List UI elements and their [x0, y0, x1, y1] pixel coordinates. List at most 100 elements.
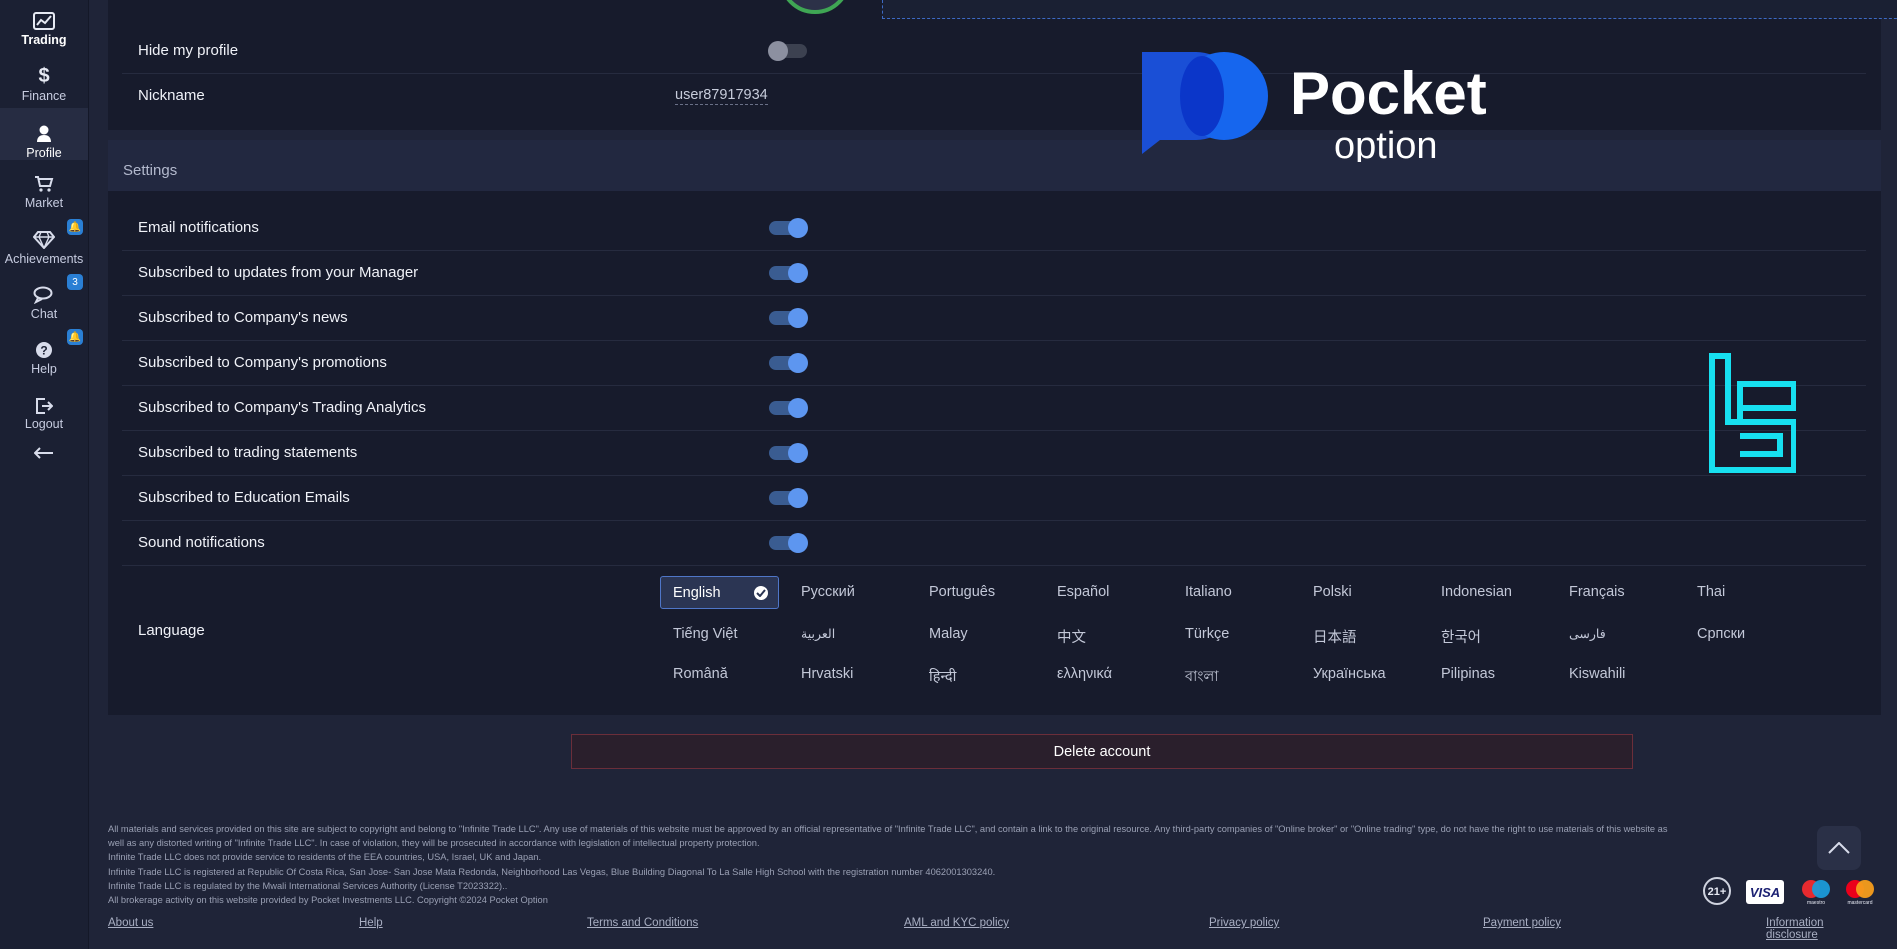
avatar	[786, 0, 844, 14]
language-option[interactable]: Español	[1057, 584, 1109, 600]
language-option[interactable]: Kiswahili	[1569, 666, 1625, 682]
footer-links: About us Help Terms and Conditions AML a…	[108, 917, 1878, 941]
sidebar-item-trading[interactable]: Trading	[0, 0, 88, 47]
maestro-label: maestro	[1807, 900, 1825, 905]
language-option[interactable]: العربية	[801, 626, 835, 641]
language-option[interactable]: Thai	[1697, 584, 1725, 600]
footer-link-about[interactable]: About us	[108, 917, 153, 929]
profile-panel: Hide my profile Nickname user87917934	[108, 0, 1897, 130]
logo-word-pocket: Pocket	[1290, 60, 1487, 127]
language-option[interactable]: Türkçe	[1185, 626, 1229, 642]
language-option[interactable]: हिन्दी	[929, 666, 956, 686]
arrow-left-icon	[34, 447, 53, 459]
language-label: Language	[138, 622, 205, 639]
nickname-value[interactable]: user87917934	[675, 87, 768, 105]
notification-bell-icon: 🔔	[67, 329, 83, 345]
sidebar-item-achievements[interactable]: Achievements 🔔	[0, 212, 88, 266]
language-option[interactable]: 한국어	[1441, 626, 1481, 647]
language-option-label: English	[673, 584, 721, 601]
setting-label: Subscribed to updates from your Manager	[138, 264, 419, 281]
help-icon: ?	[36, 342, 52, 358]
language-option[interactable]: 日本語	[1313, 626, 1357, 647]
maestro-icon: maestro	[1802, 880, 1830, 905]
email-notifications-toggle[interactable]	[769, 217, 808, 238]
cart-icon	[35, 176, 54, 192]
chat-icon	[33, 286, 53, 304]
scroll-to-top-button[interactable]	[1817, 826, 1861, 870]
language-option[interactable]: Hrvatski	[801, 666, 853, 682]
manager-updates-toggle[interactable]	[769, 262, 808, 283]
language-grid: English Русский Português Español Italia…	[660, 576, 1760, 696]
footer-link-help[interactable]: Help	[359, 917, 383, 929]
disclaimer-line: Infinite Trade LLC is regulated by the M…	[108, 880, 508, 891]
nickname-row: Nickname user87917934	[122, 73, 1866, 118]
language-option[interactable]: فارسی	[1569, 626, 1606, 641]
chat-count-badge: 3	[67, 274, 83, 290]
footer-link-disclosure[interactable]: Information disclosure	[1766, 917, 1878, 941]
sidebar-item-logout[interactable]: Logout	[0, 377, 88, 431]
user-icon	[37, 125, 51, 142]
trading-chart-icon	[33, 12, 55, 30]
company-promotions-toggle[interactable]	[769, 352, 808, 373]
profile-input-field[interactable]	[882, 0, 1897, 19]
setting-row: Sound notifications	[122, 520, 1866, 566]
trading-analytics-toggle[interactable]	[769, 397, 808, 418]
sidebar-item-help[interactable]: ? Help 🔔	[0, 322, 88, 376]
delete-account-button[interactable]: Delete account	[571, 734, 1633, 769]
language-option[interactable]: 中文	[1057, 626, 1086, 647]
hide-profile-toggle[interactable]	[768, 40, 807, 61]
setting-label: Subscribed to Company's news	[138, 309, 348, 326]
sound-notifications-toggle[interactable]	[769, 532, 808, 553]
footer-link-payment[interactable]: Payment policy	[1483, 917, 1561, 929]
chevron-up-icon	[1828, 842, 1850, 854]
language-option[interactable]: Русский	[801, 584, 855, 600]
sidebar-item-label: Market	[24, 196, 64, 210]
footer-link-aml-kyc[interactable]: AML and KYC policy	[904, 917, 1009, 929]
language-option[interactable]: ελληνικά	[1057, 666, 1112, 682]
setting-row: Email notifications	[122, 205, 1866, 251]
setting-row: Subscribed to Education Emails	[122, 475, 1866, 521]
language-option[interactable]: Српски	[1697, 626, 1745, 642]
setting-label: Subscribed to trading statements	[138, 444, 358, 461]
payment-methods: 21+ VISA maestro mastercard	[1702, 876, 1882, 906]
diamond-icon	[33, 231, 55, 249]
sidebar-item-market[interactable]: Market	[0, 158, 88, 210]
footer-link-privacy[interactable]: Privacy policy	[1209, 917, 1279, 929]
visa-icon: VISA	[1746, 880, 1784, 904]
language-option[interactable]: Français	[1569, 584, 1625, 600]
disclaimer-line: All brokerage activity on this website p…	[108, 895, 548, 906]
language-option[interactable]: Malay	[929, 626, 968, 642]
age-label: 21+	[1708, 886, 1727, 898]
setting-row: Subscribed to updates from your Manager	[122, 250, 1866, 296]
language-option[interactable]: Português	[929, 584, 995, 600]
sidebar-item-finance[interactable]: $ Finance	[0, 49, 88, 103]
language-option[interactable]: Italiano	[1185, 584, 1232, 600]
sidebar-collapse-button[interactable]	[0, 438, 88, 468]
language-option-selected[interactable]: English	[660, 576, 779, 609]
trading-statements-toggle[interactable]	[769, 442, 808, 463]
language-option[interactable]: Українська	[1313, 666, 1386, 682]
mastercard-icon: mastercard	[1846, 880, 1874, 905]
sidebar-item-chat[interactable]: Chat 3	[0, 267, 88, 321]
language-option[interactable]: বাংলা	[1185, 666, 1219, 690]
setting-row: Subscribed to Company's promotions	[122, 340, 1866, 386]
legal-disclaimer: All materials and services provided on t…	[108, 822, 1878, 907]
language-option[interactable]: Tiếng Việt	[673, 626, 738, 642]
disclaimer-line: well as any distorted writing of "Infini…	[108, 838, 760, 849]
pocket-option-logo: Pocket option	[1142, 52, 1487, 162]
sidebar-item-profile[interactable]: Profile	[0, 108, 88, 160]
setting-label: Sound notifications	[138, 534, 265, 551]
language-option[interactable]: Română	[673, 666, 728, 682]
sidebar: Trading $ Finance Profile Market Achieve…	[0, 0, 89, 949]
footer-link-terms[interactable]: Terms and Conditions	[587, 917, 698, 929]
language-option[interactable]: Pilipinas	[1441, 666, 1495, 682]
language-option[interactable]: Indonesian	[1441, 584, 1512, 600]
nickname-label: Nickname	[138, 87, 205, 104]
education-emails-toggle[interactable]	[769, 487, 808, 508]
language-option[interactable]: Polski	[1313, 584, 1352, 600]
sidebar-item-label: Trading	[21, 33, 67, 47]
setting-label: Subscribed to Education Emails	[138, 489, 350, 506]
sidebar-item-label: Chat	[30, 307, 58, 321]
company-news-toggle[interactable]	[769, 307, 808, 328]
disclaimer-line: All materials and services provided on t…	[108, 824, 1668, 834]
